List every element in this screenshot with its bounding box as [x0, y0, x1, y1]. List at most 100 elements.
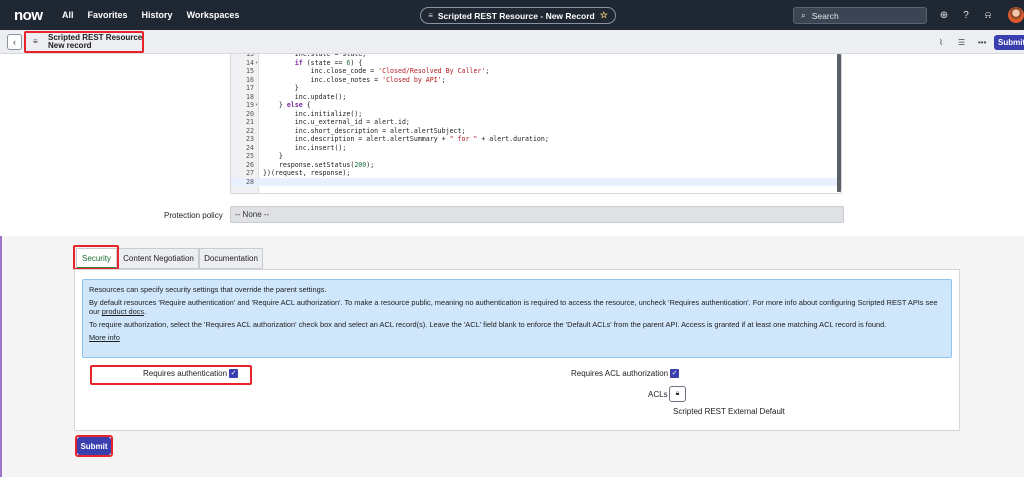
line-number: 19	[246, 101, 254, 109]
help-icon[interactable]: ?	[960, 9, 972, 21]
protection-policy-select[interactable]: -- None --	[230, 206, 844, 223]
requires-authentication-checkbox[interactable]: ✓	[229, 369, 238, 378]
submit-button[interactable]: Submit	[77, 437, 111, 455]
code-line[interactable]: 26 response.setStatus(200);	[231, 161, 839, 170]
code-line[interactable]: 21 inc.u_external_id = alert.id;	[231, 118, 839, 127]
search-icon: ⌕	[801, 10, 806, 20]
code-line[interactable]: 24 inc.insert();	[231, 144, 839, 153]
acl-lock-button[interactable]: 🔒︎	[669, 386, 686, 402]
nav-link-history[interactable]: History	[142, 10, 173, 20]
code-text: inc.close_code = 'Closed/Resolved By Cal…	[263, 67, 490, 75]
more-options-icon[interactable]: •••	[978, 38, 986, 47]
favorite-star-icon[interactable]: ☆	[600, 10, 608, 21]
code-text: }	[263, 152, 283, 160]
line-number: 25	[246, 152, 254, 160]
code-line[interactable]: 14 ▾ if (state == 6) {	[231, 59, 839, 68]
code-text: inc.short_description = alert.alertSubje…	[263, 126, 466, 135]
line-number: 20	[246, 109, 254, 118]
info-text-2-end: .	[144, 307, 147, 317]
acls-label: ACLs	[648, 390, 668, 399]
code-line[interactable]: 20 inc.initialize();	[231, 110, 839, 119]
info-more: More info	[89, 333, 945, 342]
globe-icon[interactable]: ⊕	[938, 9, 950, 21]
code-line[interactable]: 19 ▾ } else {	[231, 101, 839, 110]
back-button[interactable]: ‹	[7, 34, 22, 50]
fold-arrow-icon[interactable]: ▾	[255, 101, 258, 110]
form-title-highlight	[24, 31, 144, 53]
code-line[interactable]: 28	[231, 177, 839, 186]
editor-scrollbar[interactable]	[837, 54, 841, 192]
more-info-link[interactable]: More info	[89, 333, 120, 342]
search-input[interactable]: ⌕ Search	[793, 7, 927, 24]
code-line[interactable]: 23 inc.description = alert.alertSummary …	[231, 135, 839, 144]
line-number: 14	[246, 58, 254, 67]
code-line[interactable]: 27 })(request, response);	[231, 169, 839, 178]
code-text: inc.insert();	[263, 143, 347, 152]
tab-documentation[interactable]: Documentation	[199, 248, 263, 269]
list-icon: ≡	[428, 11, 433, 20]
info-text-2: By default resources 'Require authentica…	[89, 298, 945, 317]
security-tab-highlight	[73, 245, 119, 270]
nav-link-favorites[interactable]: Favorites	[88, 10, 128, 20]
security-info-box: Resources can specify security settings …	[82, 279, 952, 358]
info-text-3: To require authorization, select the 'Re…	[89, 319, 887, 329]
code-text: inc.u_external_id = alert.id;	[263, 118, 410, 126]
tab-content-negotiation[interactable]: Content Negotiation	[118, 248, 199, 269]
line-number: 16	[246, 75, 254, 84]
nav-link-workspaces[interactable]: Workspaces	[187, 10, 240, 20]
user-avatar[interactable]	[1008, 7, 1024, 23]
line-number: 21	[246, 118, 254, 126]
nav-links: All Favorites History Workspaces	[62, 10, 239, 20]
code-line[interactable]: 25 }	[231, 152, 839, 161]
attachment-icon[interactable]: ⌇	[939, 38, 943, 47]
line-number: 18	[246, 92, 254, 101]
info-text-2-body: By default resources 'Require authentica…	[89, 297, 938, 317]
code-text: inc.update();	[263, 92, 347, 101]
notification-bell-icon[interactable]: ⍾	[982, 9, 994, 21]
servicenow-logo[interactable]: now	[14, 7, 43, 24]
code-text: response.setStatus(200);	[263, 160, 375, 169]
requires-acl-authorization-checkbox[interactable]: ✓	[670, 369, 679, 378]
code-text: inc.initialize();	[263, 109, 363, 118]
code-line[interactable]: 18 inc.update();	[231, 93, 839, 102]
code-text: } else {	[263, 101, 311, 109]
code-line[interactable]: 17 }	[231, 84, 839, 93]
code-text: })(request, response);	[263, 169, 351, 177]
submit-button-header[interactable]: Submit	[994, 35, 1024, 50]
settings-sliders-icon[interactable]: ☰	[958, 38, 965, 47]
line-number: 26	[246, 160, 254, 169]
form-header-bar: ‹ ≡ Scripted REST Resource New record ⌇ …	[0, 30, 1024, 54]
line-number: 17	[246, 84, 254, 92]
script-editor[interactable]: 13 inc.state = state; 14 ▾ if (state == 6)…	[230, 54, 842, 194]
code-text: inc.close_notes = 'Closed by API';	[263, 75, 446, 84]
search-placeholder: Search	[811, 10, 839, 21]
top-navigation: now All Favorites History Workspaces ≡ S…	[0, 0, 1024, 30]
line-number: 24	[246, 143, 254, 152]
code-text: inc.description = alert.alertSummary + "…	[263, 135, 549, 143]
code-text: if (state == 6) {	[294, 58, 363, 67]
protection-policy-label: Protection policy	[164, 211, 223, 220]
record-title-pill[interactable]: ≡ Scripted REST Resource - New Record ☆	[420, 7, 616, 24]
code-line[interactable]: 22 inc.short_description = alert.alertSu…	[231, 127, 839, 136]
line-number: 28	[246, 177, 254, 186]
checkmark-icon: ✓	[230, 370, 237, 377]
record-title: Scripted REST Resource - New Record	[437, 10, 595, 21]
lock-icon: 🔒︎	[675, 390, 680, 397]
fold-arrow-icon[interactable]: ▾	[255, 59, 258, 68]
chevron-left-icon: ‹	[13, 37, 16, 47]
code-line[interactable]: 16 inc.close_notes = 'Closed by API';	[231, 76, 839, 85]
acl-value[interactable]: Scripted REST External Default	[673, 407, 785, 416]
requires-authentication-label: Requires authentication	[143, 369, 228, 378]
line-number: 23	[246, 135, 254, 143]
info-text-1: Resources can specify security settings …	[89, 285, 327, 294]
line-number: 22	[246, 126, 254, 135]
line-number: 27	[246, 169, 254, 177]
line-number: 15	[246, 67, 254, 75]
nav-link-all[interactable]: All	[62, 10, 74, 20]
code-text: }	[263, 84, 299, 92]
upper-form-section: 13 inc.state = state; 14 ▾ if (state == 6)…	[0, 54, 1024, 236]
requires-acl-authorization-label: Requires ACL authorization	[571, 369, 669, 378]
product-docs-link[interactable]: product docs	[102, 307, 144, 316]
code-line[interactable]: 15 inc.close_code = 'Closed/Resolved By …	[231, 67, 839, 76]
checkmark-icon: ✓	[671, 370, 678, 377]
